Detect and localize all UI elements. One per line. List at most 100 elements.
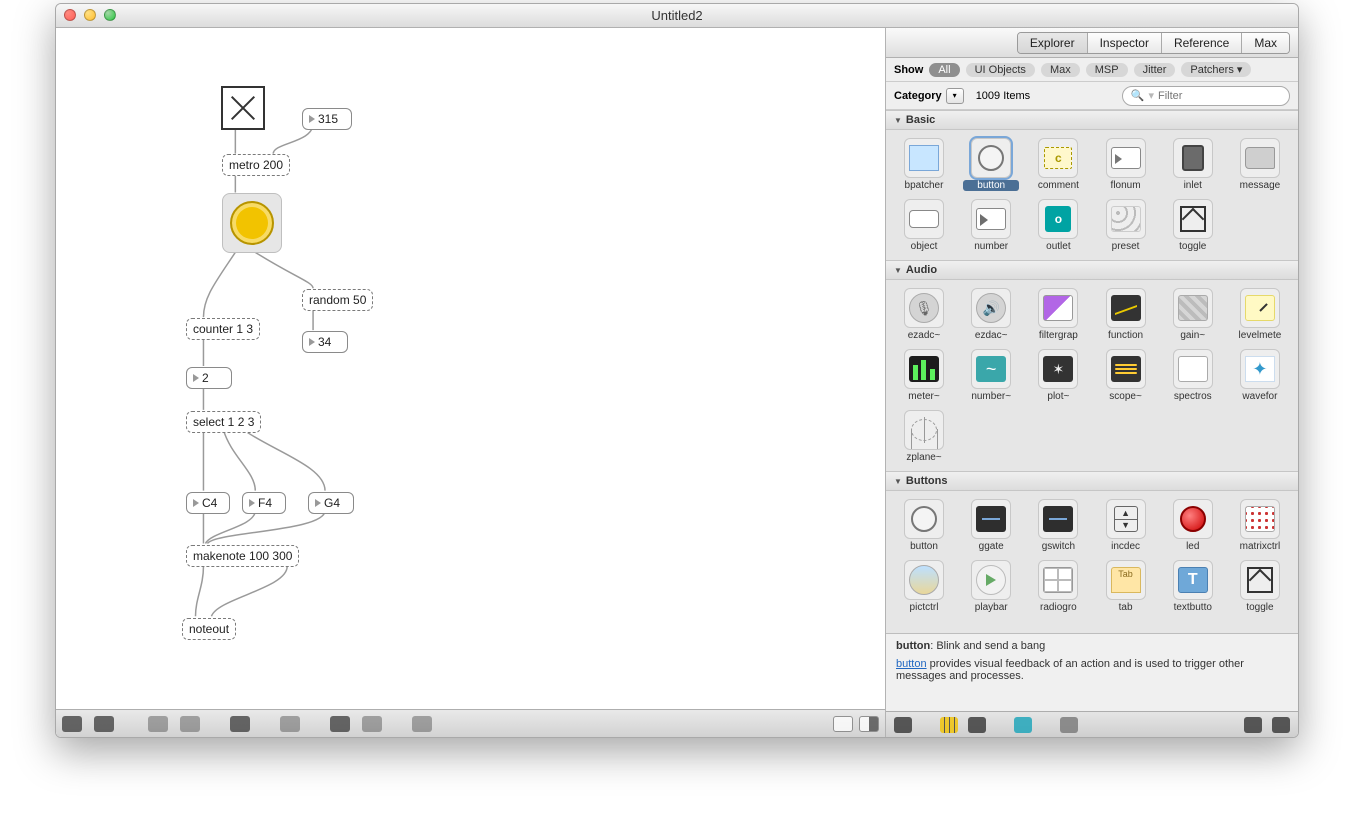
list-view-icon[interactable] [968,717,986,733]
search-input[interactable]: 🔍 ▾ [1122,86,1290,106]
palette-message[interactable]: message [1232,138,1288,191]
close-window-button[interactable] [64,9,76,21]
noteout-object[interactable]: noteout [182,618,236,640]
palette-toggle[interactable]: toggle [1165,199,1221,252]
palette-comment[interactable]: ccomment [1030,138,1086,191]
filter-ui-objects[interactable]: UI Objects [966,63,1035,77]
show-label: Show [894,64,923,76]
bang-button[interactable] [222,193,282,253]
palette-flonum[interactable]: flonum [1098,138,1154,191]
random-object[interactable]: random 50 [302,289,373,311]
palette-plot[interactable]: ✶plot~ [1030,349,1086,402]
palette-matrixctrl[interactable]: matrixctrl [1232,499,1288,552]
palette-ezdac[interactable]: 🔊ezdac~ [963,288,1019,341]
makenote-object[interactable]: makenote 100 300 [186,545,299,567]
palette-inlet[interactable]: inlet [1165,138,1221,191]
message-c4[interactable]: C4 [186,492,230,514]
palette-led[interactable]: led [1165,499,1221,552]
gear-icon[interactable] [894,717,912,733]
debug-icon[interactable] [412,716,432,732]
counter-object[interactable]: counter 1 3 [186,318,260,340]
palette-toggle2[interactable]: toggle [1232,560,1288,613]
new-view-icon[interactable] [94,716,114,732]
palette-scope[interactable]: scope~ [1098,349,1154,402]
side-panel-left-icon[interactable] [833,716,853,732]
section-buttons[interactable]: Buttons [886,471,1298,491]
category-dropdown[interactable]: ▾ [946,88,964,104]
tab-inspector[interactable]: Inspector [1088,33,1162,53]
palette-button[interactable]: button [963,138,1019,191]
palette-ezadc[interactable]: 🎙ezadc~ [896,288,952,341]
show-filter-row: Show All UI Objects Max MSP Jitter Patch… [886,58,1298,82]
palette-incdec[interactable]: ▲▼incdec [1098,499,1154,552]
palette-spectroscope[interactable]: spectros [1165,349,1221,402]
palette-outlet[interactable]: ooutlet [1030,199,1086,252]
palette-meter[interactable]: meter~ [896,349,952,402]
help-icon[interactable] [1244,717,1262,733]
palette-filtergraph[interactable]: filtergrap [1030,288,1086,341]
palette-object[interactable]: object [896,199,952,252]
item-count: 1009 Items [976,90,1030,102]
search-field[interactable] [1158,90,1281,102]
number-box-2[interactable]: 2 [186,367,232,389]
palette-levelmeter[interactable]: levelmete [1232,288,1288,341]
grid-icon[interactable] [362,716,382,732]
palette-playbar[interactable]: playbar [963,560,1019,613]
bang-circle-icon [230,201,274,245]
desc-link[interactable]: button [896,658,927,670]
number-box-34[interactable]: 34 [302,331,348,353]
message-g4[interactable]: G4 [308,492,354,514]
palette-function[interactable]: function [1098,288,1154,341]
panel-tabs: Explorer Inspector Reference Max [886,28,1298,58]
object-palette[interactable]: Basic bpatcher button ccomment flonum in… [886,110,1298,633]
menu-icon[interactable] [1272,717,1290,733]
tab-explorer[interactable]: Explorer [1018,33,1088,53]
palette-zplane[interactable]: zplane~ [896,410,952,463]
palette-preset[interactable]: preset [1098,199,1154,252]
message-f4[interactable]: F4 [242,492,286,514]
presentation-icon[interactable] [230,716,250,732]
patcher-area[interactable]: 315 metro 200 random 50 counter 1 3 34 [56,28,886,737]
traffic-lights [64,9,116,21]
section-basic[interactable]: Basic [886,110,1298,130]
palette-gain[interactable]: gain~ [1165,288,1221,341]
side-panel-right-icon[interactable] [859,716,879,732]
palette-textbutton[interactable]: Ttextbutto [1165,560,1221,613]
minimize-window-button[interactable] [84,9,96,21]
filter-msp[interactable]: MSP [1086,63,1128,77]
palette-ggate[interactable]: ggate [963,499,1019,552]
metro-object[interactable]: metro 200 [222,154,290,176]
palette-number[interactable]: number [963,199,1019,252]
filter-patchers[interactable]: Patchers ▾ [1181,62,1251,77]
desc-brief: Blink and send a bang [936,640,1045,652]
palette-pictctrl[interactable]: pictctrl [896,560,952,613]
eye-icon[interactable] [1014,717,1032,733]
close-x-icon[interactable] [180,716,200,732]
plus-icon[interactable] [1060,717,1078,733]
palette-waveform[interactable]: ✦wavefor [1232,349,1288,402]
tab-reference[interactable]: Reference [1162,33,1242,53]
desc-body: provides visual feedback of an action an… [896,658,1244,682]
palette-radiogroup[interactable]: radiogro [1030,560,1086,613]
palette-gswitch[interactable]: gswitch [1030,499,1086,552]
play-triangle-icon [315,499,321,507]
palette-bpatcher[interactable]: bpatcher [896,138,952,191]
lock-icon[interactable] [62,716,82,732]
app-window: Untitled2 [55,3,1299,738]
toggle-object[interactable] [221,86,265,130]
section-audio[interactable]: Audio [886,260,1298,280]
palette-tab[interactable]: Tabtab [1098,560,1154,613]
filter-max[interactable]: Max [1041,63,1080,77]
palette-numbertilde[interactable]: ~number~ [963,349,1019,402]
grid-view-icon[interactable] [940,717,958,733]
number-box-315[interactable]: 315 [302,108,352,130]
filter-all[interactable]: All [929,63,959,77]
tab-max[interactable]: Max [1242,33,1289,53]
select-object[interactable]: select 1 2 3 [186,411,261,433]
zoom-window-button[interactable] [104,9,116,21]
palette-button2[interactable]: button [896,499,952,552]
filter-jitter[interactable]: Jitter [1134,63,1176,77]
info-icon[interactable] [280,716,300,732]
zoom-icon[interactable] [148,716,168,732]
patch-inspector-icon[interactable] [330,716,350,732]
